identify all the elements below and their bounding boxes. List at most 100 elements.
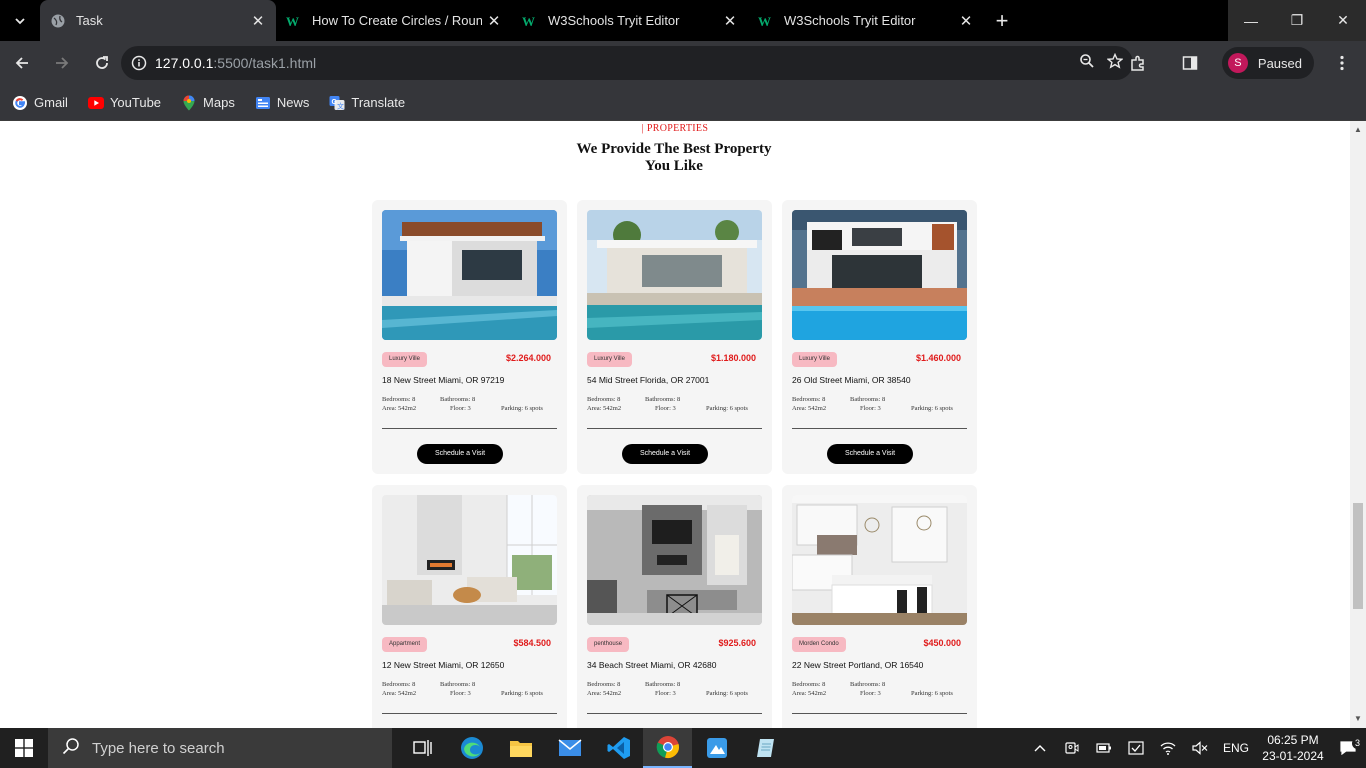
bookmark-label: Maps [203,95,235,110]
taskbar-explorer[interactable] [496,728,545,768]
scrollbar-thumb[interactable] [1353,503,1363,609]
close-tab-icon[interactable]: ✕ [718,12,742,30]
property-address: 18 New Street Miami, OR 97219 [382,375,505,385]
property-photo [587,210,762,340]
taskbar-edge[interactable] [447,728,496,768]
system-tray: ENG 06:25 PM 23-01-2024 3 [1024,728,1366,768]
bookmark-news[interactable]: News [255,95,309,111]
notifications-button[interactable]: 3 [1330,738,1366,755]
tab-title: How To Create Circles / Round D [312,13,482,28]
property-card: Luxury Ville $1.460.000 26 Old Street Mi… [782,200,977,474]
property-photo [792,495,967,625]
scroll-down-icon[interactable]: ▼ [1350,712,1366,726]
tab-circles[interactable]: W How To Create Circles / Round D ✕ [276,0,512,41]
taskbar-mail[interactable] [545,728,594,768]
w3schools-icon: W [758,13,774,29]
wifi-icon[interactable] [1152,741,1184,755]
google-icon [12,95,28,111]
task-view-button[interactable] [398,728,447,768]
schedule-visit-button[interactable]: Schedule a Visit [417,444,503,464]
defender-icon[interactable] [1120,741,1152,755]
spec-parking: Parking: 6 spots [501,690,543,697]
back-button[interactable] [4,45,40,81]
bookmark-maps[interactable]: Maps [181,95,235,111]
minimize-button[interactable]: — [1228,0,1274,41]
scroll-up-icon[interactable]: ▲ [1350,123,1366,137]
bookmark-youtube[interactable]: YouTube [87,95,161,111]
new-tab-button[interactable]: + [984,0,1020,41]
mail-icon [558,739,581,756]
taskbar-paint[interactable] [692,728,741,768]
divider [587,428,762,429]
task-view-icon [412,740,432,756]
spec-area: Area: 542m2 [382,690,417,697]
property-price: $1.180.000 [710,353,756,363]
reload-button[interactable] [84,45,120,81]
property-price: $450.000 [923,638,961,648]
spec-bedrooms: Bedrooms: 8 [587,681,621,688]
tab-task[interactable]: Task ✕ [40,0,276,41]
profile-status: Paused [1257,55,1302,71]
volume-muted-icon[interactable] [1184,741,1216,755]
tab-title: W3Schools Tryit Editor [548,13,680,28]
taskbar-notepad[interactable] [741,728,790,768]
spec-area: Area: 542m2 [792,405,827,412]
property-price: $584.500 [513,638,551,648]
spec-floor: Floor: 3 [450,405,471,412]
clock[interactable]: 06:25 PM 23-01-2024 [1256,732,1330,764]
spec-area: Area: 542m2 [382,405,417,412]
chevron-down-icon [15,17,25,24]
bookmark-gmail[interactable]: Gmail [12,95,68,111]
news-icon [255,95,271,111]
property-type-badge: Luxury Ville [587,352,632,367]
close-tab-icon[interactable]: ✕ [482,12,506,30]
spec-bathrooms: Bathrooms: 8 [645,396,681,403]
property-card: Appartment $584.500 12 New Street Miami,… [372,485,567,728]
svg-text:W: W [522,14,535,29]
schedule-visit-button[interactable]: Schedule a Visit [827,444,913,464]
side-panel-button[interactable] [1172,45,1208,81]
kebab-menu-icon [1340,55,1344,71]
window-controls: — ❐ ✕ [1228,0,1366,41]
translate-icon: G文 [329,95,345,111]
notification-count: 3 [1352,738,1363,749]
property-address: 54 Mid Street Florida, OR 27001 [587,375,710,385]
divider [382,428,557,429]
address-bar[interactable]: 127.0.0.1:5500/task1.html [121,46,1133,80]
restore-button[interactable]: ❐ [1274,0,1320,41]
tab-search-button[interactable] [0,0,40,41]
close-tab-icon[interactable]: ✕ [246,12,270,30]
site-info-icon[interactable] [123,55,155,71]
taskbar-search[interactable]: Type here to search [48,728,392,768]
spec-bedrooms: Bedrooms: 8 [792,681,826,688]
spec-parking: Parking: 6 spots [911,690,953,697]
meet-now-icon[interactable] [1056,741,1088,755]
browser-toolbar: 127.0.0.1:5500/task1.html S Paused [0,41,1366,85]
language-indicator[interactable]: ENG [1216,741,1256,755]
taskbar-vscode[interactable] [594,728,643,768]
schedule-visit-button[interactable]: Schedule a Visit [622,444,708,464]
close-window-button[interactable]: ✕ [1320,0,1366,41]
profile-button[interactable]: S Paused [1221,47,1314,79]
bookmark-translate[interactable]: G文 Translate [329,95,405,111]
page-scrollbar[interactable]: ▲ ▼ [1350,121,1366,728]
extensions-button[interactable] [1120,45,1156,81]
tab-tryit-2[interactable]: W W3Schools Tryit Editor ✕ [748,0,984,41]
url-host: 127.0.0.1 [155,55,214,71]
tray-overflow-icon[interactable] [1024,744,1056,752]
property-address: 26 Old Street Miami, OR 38540 [792,375,911,385]
close-tab-icon[interactable]: ✕ [954,12,978,30]
menu-button[interactable] [1324,45,1360,81]
property-type-badge: Luxury Ville [382,352,427,367]
globe-icon [50,13,66,29]
windows-icon [15,739,33,757]
divider [792,713,967,714]
svg-text:W: W [286,14,299,29]
forward-button[interactable] [44,45,80,81]
property-price: $2.264.000 [505,353,551,363]
zoom-icon[interactable] [1079,53,1095,74]
taskbar-chrome[interactable] [643,728,692,768]
start-button[interactable] [0,728,48,768]
battery-icon[interactable] [1088,742,1120,754]
tab-tryit-1[interactable]: W W3Schools Tryit Editor ✕ [512,0,748,41]
